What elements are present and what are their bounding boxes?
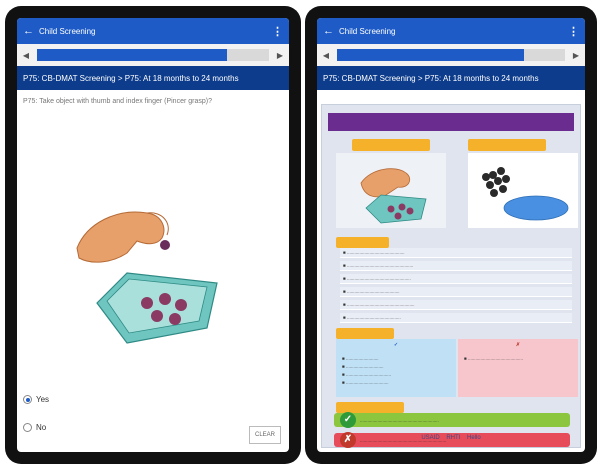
logo-hello: Hello bbox=[467, 435, 481, 441]
cannot-do-heading: ✗ bbox=[515, 342, 521, 348]
chevron-left-icon[interactable]: ◀ bbox=[321, 51, 331, 60]
step-item: ■ ......................................… bbox=[340, 287, 572, 297]
logo-rhti: RHTI bbox=[446, 435, 461, 441]
poster-hand-image bbox=[336, 153, 446, 228]
more-vert-icon[interactable]: ⋮ bbox=[272, 25, 283, 38]
step-item: ■ ......................................… bbox=[340, 300, 572, 310]
more-vert-icon[interactable]: ⋮ bbox=[568, 25, 579, 38]
poster-tag-left bbox=[352, 139, 430, 151]
section-title: P75: CB-DMAT Screening > P75: At 18 mont… bbox=[317, 66, 585, 90]
cannot-do-list: ■ ......................................… bbox=[464, 356, 523, 361]
logo-usaid: USAID bbox=[421, 435, 440, 441]
can-do-heading: ✓ bbox=[393, 342, 399, 348]
info-poster: ■ ......................................… bbox=[321, 104, 581, 448]
progress-fill bbox=[37, 49, 228, 61]
back-arrow-icon[interactable]: ← bbox=[323, 25, 339, 37]
app-bar: ← Child Screening ⋮ bbox=[17, 18, 289, 44]
pincer-grasp-illustration bbox=[76, 211, 218, 344]
app-bar: ← Child Screening ⋮ bbox=[317, 18, 585, 44]
chevron-right-icon[interactable]: ▶ bbox=[275, 51, 285, 60]
progress-row: ◀ ▶ bbox=[317, 44, 585, 66]
poster-steps-tag bbox=[336, 237, 389, 248]
step-item: ■ ......................................… bbox=[340, 261, 572, 271]
step-item: ■ ......................................… bbox=[340, 313, 572, 323]
progress-track bbox=[337, 49, 565, 61]
option-yes[interactable]: Yes bbox=[23, 395, 49, 404]
app-bar-title: Child Screening bbox=[39, 26, 96, 36]
option-yes-label: Yes bbox=[36, 395, 50, 404]
section-title: P75: CB-DMAT Screening > P75: At 18 mont… bbox=[17, 66, 289, 90]
chevron-left-icon[interactable]: ◀ bbox=[21, 51, 31, 60]
question-text: P75: Take object with thumb and index fi… bbox=[23, 98, 212, 105]
app-bar-title: Child Screening bbox=[339, 26, 396, 36]
yes-result-bar: ✓ ......................................… bbox=[334, 412, 570, 428]
option-no[interactable]: No bbox=[23, 423, 46, 432]
screen-right: ← Child Screening ⋮ ◀ ▶ P75: CB-DMAT Scr… bbox=[317, 18, 585, 452]
step-item: ■ ......................................… bbox=[340, 274, 572, 284]
progress-row: ◀ ▶ bbox=[17, 44, 289, 66]
poster-steps-list: ■ ......................................… bbox=[340, 248, 572, 326]
partner-logos: USAID RHTI Hello bbox=[322, 435, 580, 441]
poster-header bbox=[328, 113, 574, 131]
screen-left: ← Child Screening ⋮ ◀ ▶ P75: CB-DMAT Scr… bbox=[17, 18, 289, 452]
option-no-label: No bbox=[36, 423, 47, 432]
poster-objects-image bbox=[468, 153, 578, 228]
radio-yes[interactable] bbox=[23, 395, 32, 404]
clear-button[interactable]: CLEAR bbox=[248, 426, 281, 444]
can-do-list: ■ .......................... ■ ..........… bbox=[342, 356, 391, 385]
can-do-box: ✓ ■ .......................... ■ ........… bbox=[336, 339, 456, 397]
step-item: ■ ......................................… bbox=[340, 248, 572, 258]
tablet-right: ← Child Screening ⋮ ◀ ▶ P75: CB-DMAT Scr… bbox=[305, 6, 597, 464]
radio-no[interactable] bbox=[23, 423, 32, 432]
tablet-left: ← Child Screening ⋮ ◀ ▶ P75: CB-DMAT Scr… bbox=[5, 6, 301, 464]
poster-result-tag bbox=[336, 328, 394, 339]
progress-track bbox=[37, 49, 269, 61]
progress-fill bbox=[337, 49, 524, 61]
poster-tag-right bbox=[468, 139, 546, 151]
back-arrow-icon[interactable]: ← bbox=[23, 25, 39, 37]
check-icon: ✓ bbox=[340, 412, 356, 428]
cannot-do-box: ✗ ■ ....................................… bbox=[458, 339, 578, 397]
chevron-right-icon[interactable]: ▶ bbox=[571, 51, 581, 60]
